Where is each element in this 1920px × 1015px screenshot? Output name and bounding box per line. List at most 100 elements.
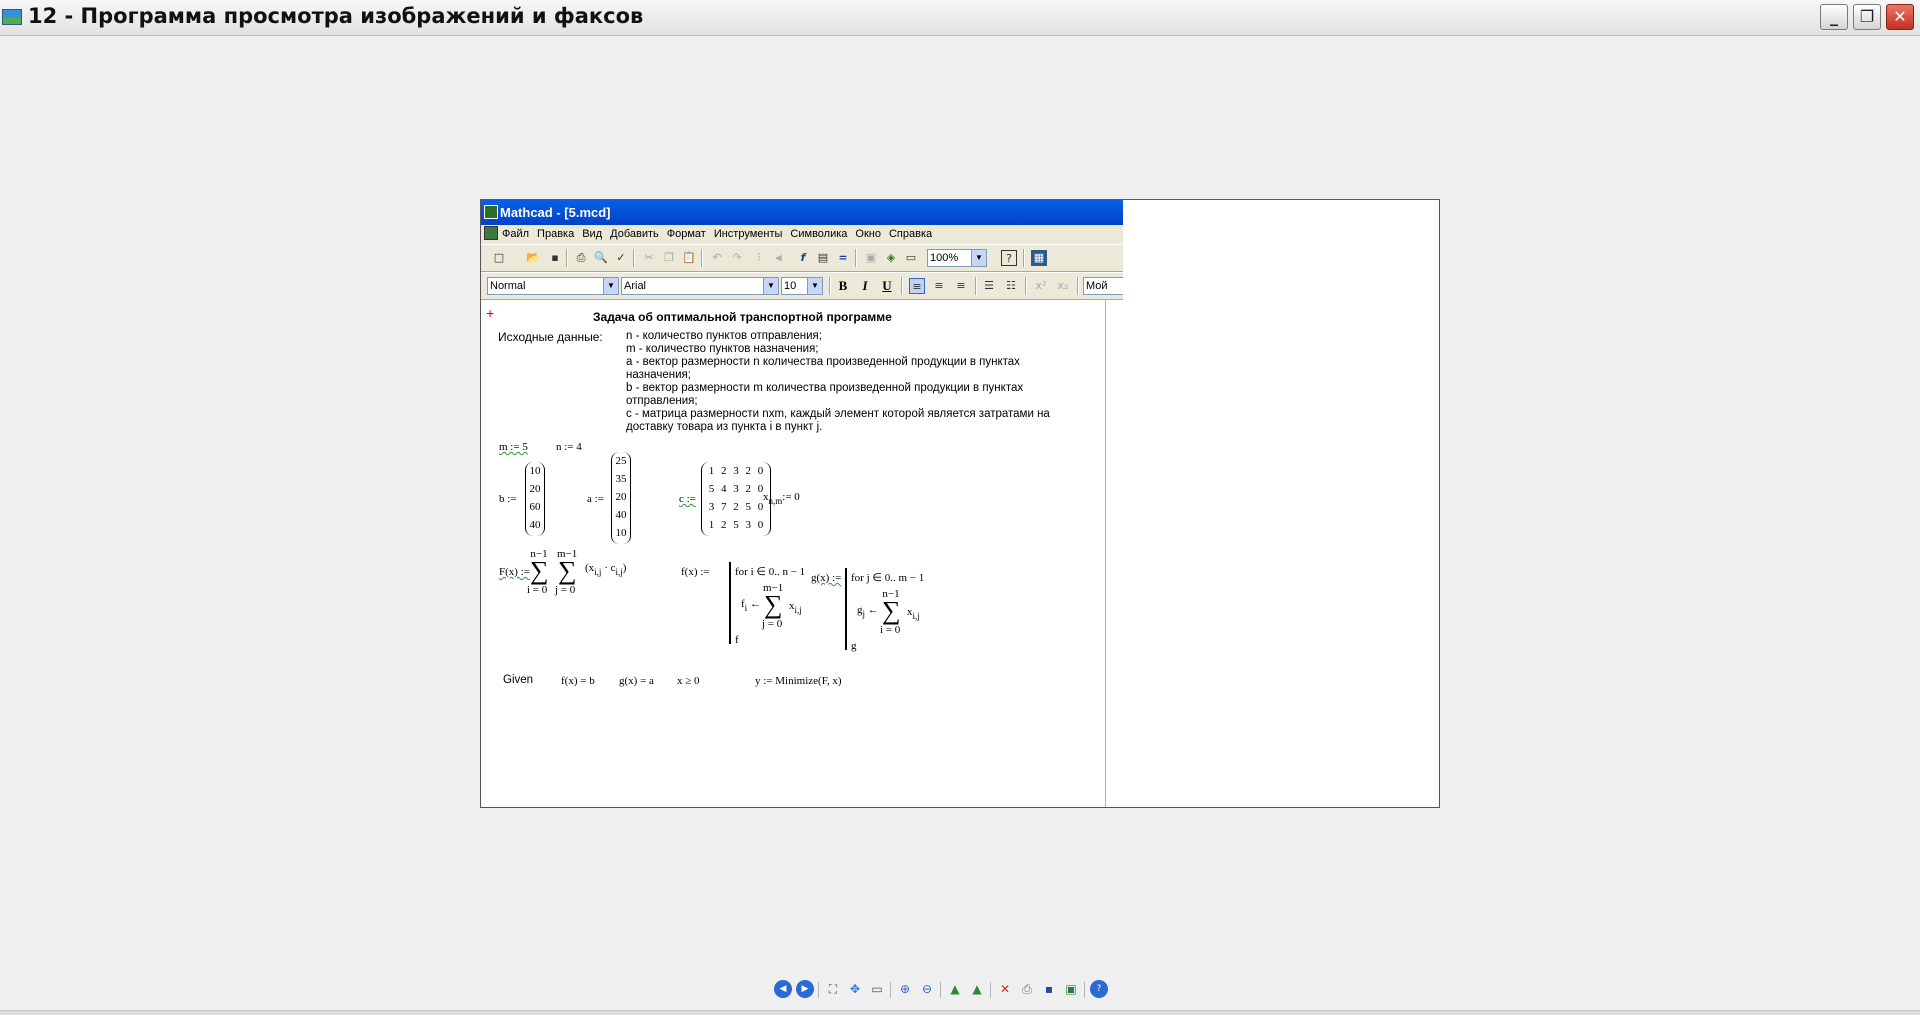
displayed-image: Mathcad - [5.mcd] Файл Правка Вид Добавить Ф… xyxy=(480,199,1440,808)
menu-format: Формат xyxy=(666,228,706,240)
calculator-toolbar-icon: ▦ xyxy=(1031,250,1047,266)
source-line: b - вектор размерности m количества прои… xyxy=(626,382,1024,394)
g-assignment: gj ← xyxy=(857,604,879,619)
source-data-label: Исходные данные: xyxy=(498,330,603,344)
toolbar-separator xyxy=(633,249,635,267)
minimize-button[interactable]: _ xyxy=(1820,4,1848,30)
prev-image-icon[interactable]: ◀ xyxy=(774,980,792,998)
component-icon: ▣ xyxy=(865,251,877,264)
matrix-cell: 5 xyxy=(733,519,739,531)
toolbar-separator xyxy=(1084,982,1085,998)
help-icon[interactable]: ? xyxy=(1090,980,1108,998)
rotate-counterclockwise-icon[interactable]: ▲ xyxy=(968,980,986,998)
a-label: a := xyxy=(587,493,604,505)
align-down-icon: ⫷ xyxy=(775,251,783,264)
f-label: f(x) := xyxy=(681,566,710,578)
subscript-icon: x₂ xyxy=(1057,279,1069,292)
delete-icon[interactable]: ✕ xyxy=(996,980,1014,998)
matrix-cell: 1 xyxy=(708,519,715,531)
constraint-nonneg: x ≥ 0 xyxy=(677,675,700,687)
menu-symbolics: Символика xyxy=(790,228,848,240)
matrix-row: 5 4 3 2 0 xyxy=(702,480,770,498)
matrix-cell: 2 xyxy=(733,501,739,513)
g-label: g(x) := xyxy=(811,572,842,584)
matrix-cell: 1 xyxy=(708,465,715,477)
resources-select: Мой xyxy=(1083,277,1123,295)
vector-cell: 40 xyxy=(615,509,627,521)
f-sum-lower: j = 0 xyxy=(762,618,783,630)
left-arrow-icon: ← xyxy=(867,604,879,616)
toolbar-separator xyxy=(990,982,991,998)
matrix-row: 1 2 5 3 0 xyxy=(702,516,770,534)
matrix-row: 1 2 3 2 0 xyxy=(702,462,770,480)
minimize-expression: y := Minimize(F, x) xyxy=(755,675,842,687)
m-definition: m := 5 xyxy=(499,441,528,453)
zoom-in-icon[interactable]: ⊕ xyxy=(896,980,914,998)
c-label: c := xyxy=(679,493,696,505)
insert-unit-icon: ▤ xyxy=(817,251,829,264)
subscript: i xyxy=(744,603,748,613)
viewer-window-title: 12 - Программа просмотра изображений и ф… xyxy=(28,4,644,28)
matrix-cell: 4 xyxy=(721,483,727,495)
f-program-bar xyxy=(729,562,731,644)
g-return: g xyxy=(851,640,857,652)
x-symbol: x xyxy=(789,600,795,612)
matrix-row: 3 7 2 5 0 xyxy=(702,498,770,516)
best-fit-icon[interactable]: ⛶ xyxy=(824,980,842,998)
save-icon[interactable]: ▪ xyxy=(1040,980,1058,998)
slideshow-icon[interactable]: ▭ xyxy=(868,980,886,998)
print-icon[interactable]: ⎙ xyxy=(1018,980,1036,998)
zoom-out-icon[interactable]: ⊖ xyxy=(918,980,936,998)
page-boundary-line xyxy=(1105,300,1106,807)
toolbar-separator xyxy=(901,277,903,295)
mathcad-formatting-toolbar: Normal ▼ Arial ▼ 10 ▼ B I U ≡ ≡ ≡ ☰ ☷ x² x₂… xyxy=(481,272,1123,300)
vector-cell: 10 xyxy=(615,527,627,539)
menu-window: Окно xyxy=(855,228,881,240)
new-icon: □ xyxy=(493,251,505,264)
toolbar-separator xyxy=(1077,277,1079,295)
c-matrix: 1 2 3 2 0 5 4 3 2 0 3 7 2 5 0 1 2 5 3 0 xyxy=(701,462,771,536)
bold-button: B xyxy=(838,278,848,293)
superscript-icon: x² xyxy=(1035,279,1047,292)
font-size-select: 10 ▼ xyxy=(781,277,823,295)
F-label: F(x) := xyxy=(499,566,530,578)
source-line: n - количество пунктов отправления; xyxy=(626,330,822,342)
matrix-cell: 0 xyxy=(757,519,764,531)
given-keyword: Given xyxy=(503,674,534,686)
source-data-text: n - количество пунктов отправления; m - … xyxy=(626,330,1096,434)
worksheet-heading: Задача об оптимальной транспортной прогр… xyxy=(593,310,892,324)
source-line: m - количество пунктов назначения; xyxy=(626,343,819,355)
italic-button: I xyxy=(862,278,868,293)
source-line: отправления; xyxy=(626,395,698,407)
rotate-clockwise-icon[interactable]: ▲ xyxy=(946,980,964,998)
mathcad-window-title: Mathcad - [5.mcd] xyxy=(500,205,611,220)
mathcad-menubar: Файл Правка Вид Добавить Формат Инструменты Си… xyxy=(481,225,1123,244)
mathcad-titlebar: Mathcad - [5.mcd] xyxy=(481,200,1123,225)
numbered-list-icon: ☷ xyxy=(1006,279,1016,292)
redo-icon: ↷ xyxy=(732,251,742,264)
x-subscript: n,m xyxy=(768,496,783,506)
calculate-icon: = xyxy=(838,251,848,264)
subscript: i,j xyxy=(912,611,920,621)
maximize-button[interactable]: ❐ xyxy=(1853,4,1881,30)
edit-icon[interactable]: ▣ xyxy=(1062,980,1080,998)
vector-cell: 25 xyxy=(615,455,627,467)
toolbar-separator xyxy=(818,982,819,998)
f-assignment: fi ← xyxy=(741,598,761,613)
toolbar-separator xyxy=(701,249,703,267)
f-for-loop: for i ∈ 0.. n − 1 xyxy=(735,566,806,578)
viewer-toolbar: ◀ ▶ ⛶ ✥ ▭ ⊕ ⊖ ▲ ▲ ✕ ⎙ ▪ ▣ ? xyxy=(774,980,1154,1002)
matrix-cell: 5 xyxy=(708,483,715,495)
image-viewer-app-icon xyxy=(2,9,22,25)
resources-value: Мой xyxy=(1086,280,1108,292)
g-sum-lower: i = 0 xyxy=(880,624,901,636)
next-image-icon[interactable]: ▶ xyxy=(796,980,814,998)
font-size-value: 10 xyxy=(784,280,797,292)
close-button[interactable]: ✕ xyxy=(1886,4,1914,30)
vector-cell: 40 xyxy=(529,519,541,531)
actual-size-icon[interactable]: ✥ xyxy=(846,980,864,998)
toolbar-separator xyxy=(940,982,941,998)
toolbar-separator xyxy=(855,249,857,267)
chevron-down-icon: ▼ xyxy=(763,278,778,294)
underline-button: U xyxy=(882,278,892,293)
